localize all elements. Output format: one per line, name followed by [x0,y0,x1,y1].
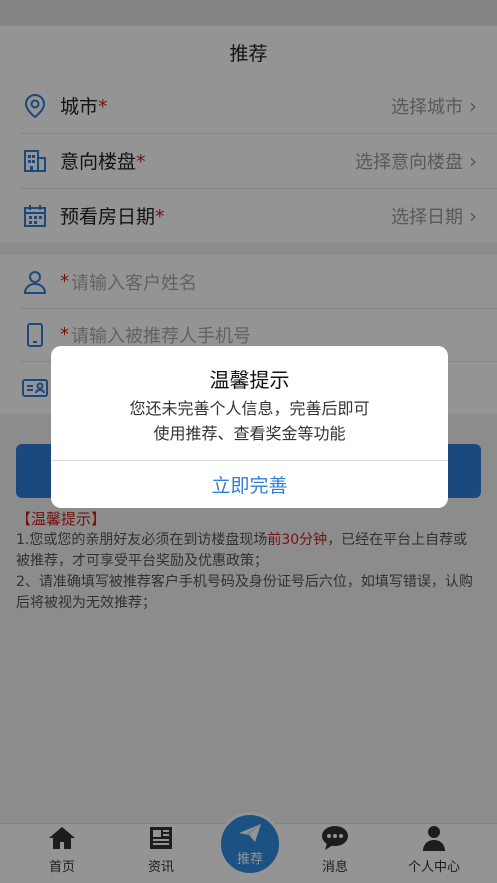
complete-profile-button[interactable]: 立即完善 [51,461,448,508]
dialog-message: 您还未完善个人信息，完善后即可 使用推荐、查看奖金等功能 [129,399,370,443]
dialog-title: 温馨提示 [209,368,290,392]
alert-dialog: 温馨提示 您还未完善个人信息，完善后即可 使用推荐、查看奖金等功能 立即完善 [51,346,448,508]
